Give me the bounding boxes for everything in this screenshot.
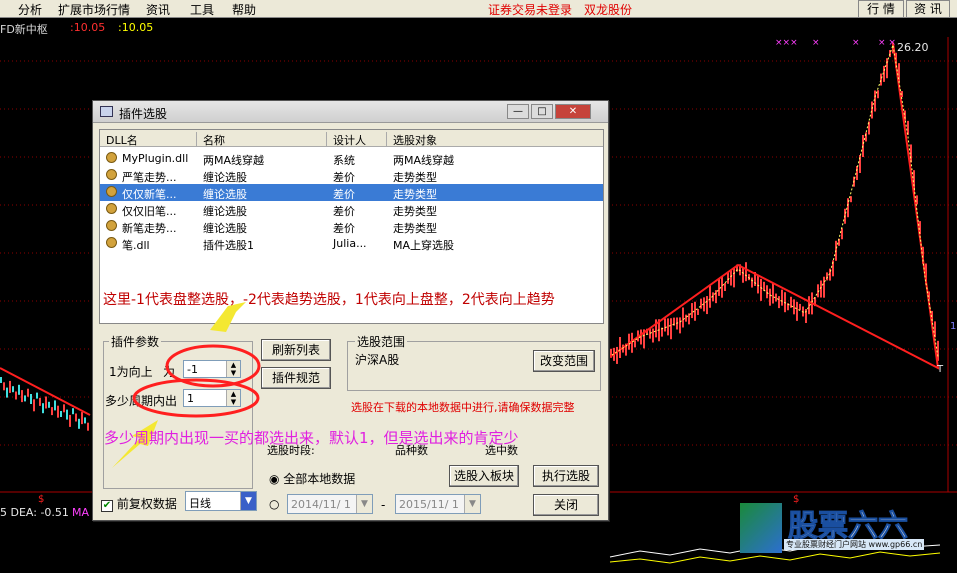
annotation-params: 这里-1代表盘整选股，-2代表趋势选股，1代表向上盘整，2代表向上趋势: [103, 292, 555, 308]
logo-emblem: [740, 503, 782, 553]
annotation-period: 多少周期内出现一买的都选出来，默认1，但是选出来的肯定少: [104, 429, 519, 447]
annotation-overlay: [112, 302, 261, 468]
site-logo: 股票六六 专业股票财经门户网站 www.gp66.cn: [740, 503, 955, 571]
logo-subtitle: 专业股票财经门户网站 www.gp66.cn: [784, 539, 925, 550]
